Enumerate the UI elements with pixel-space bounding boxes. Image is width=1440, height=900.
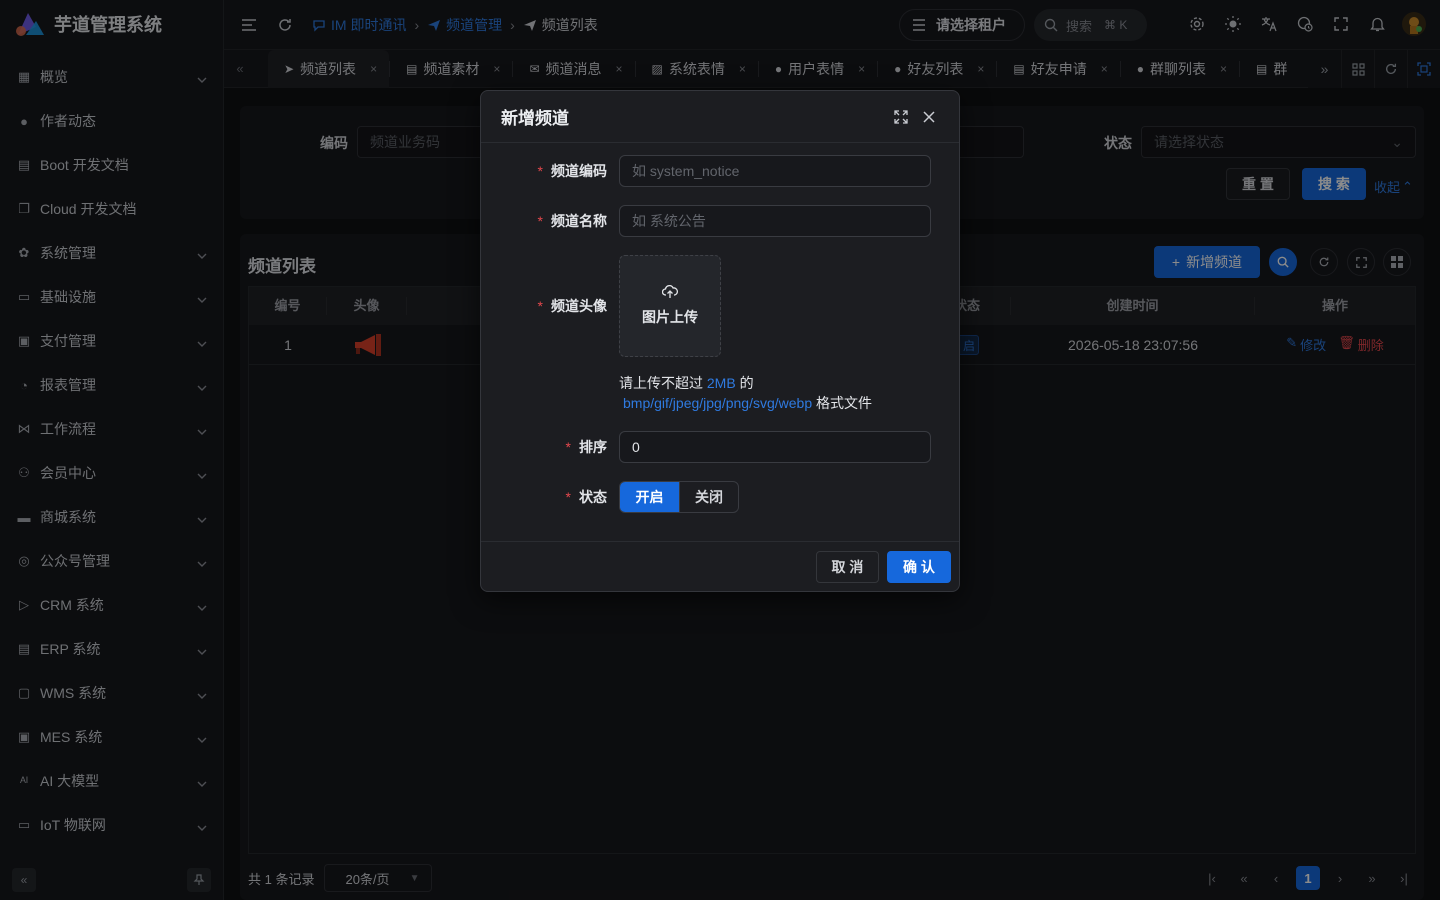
field-label-avatar: * 频道头像 xyxy=(537,298,607,314)
cancel-button[interactable]: 取 消 xyxy=(816,551,879,583)
add-channel-dialog: 新增频道 * 频道编码 如 system_notice * 频道名称 如 系统公告 … xyxy=(480,90,960,592)
form-row-sort: * 排序 0 xyxy=(481,431,959,463)
sort-input[interactable]: 0 xyxy=(619,431,931,463)
tip-size: 2MB xyxy=(706,375,736,391)
channel-code-input[interactable]: 如 system_notice xyxy=(619,155,931,187)
cloud-upload-icon xyxy=(662,285,678,298)
close-icon[interactable] xyxy=(919,107,939,127)
status-radio-group: 开启 关闭 xyxy=(619,481,739,513)
form-row-name: * 频道名称 如 系统公告 xyxy=(481,205,959,237)
dialog-title: 新增频道 xyxy=(501,109,569,128)
form-row-avatar: * 频道头像 图片上传 xyxy=(481,255,959,357)
status-off-option[interactable]: 关闭 xyxy=(679,482,738,512)
upload-tip: 请上传不超过 2MB 的 bmp/gif/jpeg/jpg/png/svg/we… xyxy=(619,375,873,411)
form-row-status: * 状态 开启 关闭 xyxy=(481,481,959,513)
field-label-name: * 频道名称 xyxy=(537,213,607,229)
form-row-code: * 频道编码 如 system_notice xyxy=(481,155,959,187)
avatar-upload[interactable]: 图片上传 xyxy=(619,255,721,357)
dialog-footer: 取 消 确 认 xyxy=(481,541,959,591)
field-label-status: * 状态 xyxy=(565,489,607,505)
status-on-option[interactable]: 开启 xyxy=(620,482,679,512)
channel-name-input[interactable]: 如 系统公告 xyxy=(619,205,931,237)
tip-formats: bmp/gif/jpeg/jpg/png/svg/webp xyxy=(623,395,813,411)
field-label-sort: * 排序 xyxy=(565,439,607,455)
confirm-button[interactable]: 确 认 xyxy=(887,551,951,583)
field-label-code: * 频道编码 xyxy=(537,163,607,179)
maximize-icon[interactable] xyxy=(891,107,911,127)
